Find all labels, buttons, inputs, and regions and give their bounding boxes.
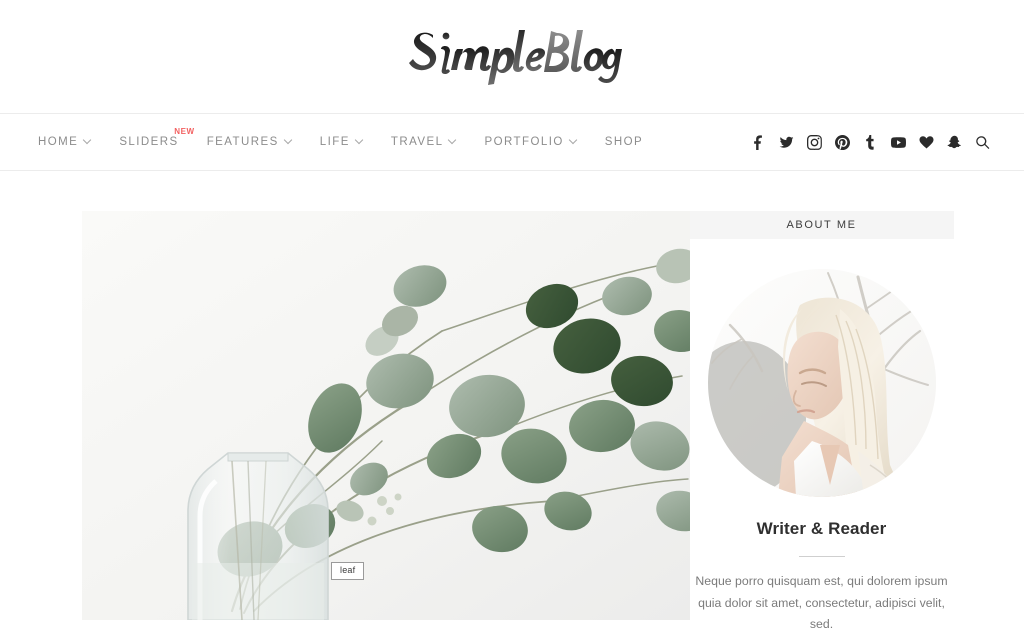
sidebar: ABOUT ME Writer & Reader Neque porro qui…	[689, 171, 954, 636]
nav-label: FEATURES	[206, 136, 279, 148]
nav-label: PORTFOLIO	[484, 136, 564, 148]
chevron-down-icon	[356, 137, 363, 144]
snapchat-icon[interactable]	[947, 135, 962, 150]
search-icon[interactable]	[975, 135, 990, 150]
about-me-widget-title: ABOUT ME	[689, 211, 954, 239]
new-badge: NEW	[174, 127, 195, 136]
main-navigation: HOME SLIDERS NEW FEATURES LIFE TRAVEL PO…	[0, 113, 1024, 171]
nav-item-features[interactable]: FEATURES	[207, 136, 292, 148]
nav-item-travel[interactable]: TRAVEL	[391, 136, 457, 148]
nav-item-shop[interactable]: SHOP	[605, 136, 643, 148]
nav-label: LIFE	[319, 136, 350, 148]
post-tag-leaf[interactable]: leaf	[331, 562, 365, 580]
twitter-icon[interactable]	[779, 135, 794, 150]
about-me-text: Neque porro quisquam est, qui dolorem ip…	[695, 574, 948, 632]
pinterest-icon[interactable]	[835, 134, 850, 150]
youtube-icon[interactable]	[891, 135, 906, 150]
about-me-name: Writer & Reader	[756, 519, 887, 538]
avatar	[707, 269, 936, 497]
chevron-down-icon	[449, 137, 456, 144]
featured-post-image[interactable]: leaf	[82, 211, 690, 620]
tumblr-icon[interactable]	[863, 134, 878, 150]
logo-wordmark-graphic	[409, 29, 622, 85]
chevron-down-icon	[84, 137, 91, 144]
social-links	[751, 134, 990, 150]
instagram-icon[interactable]	[807, 134, 822, 150]
nav-item-sliders[interactable]: SLIDERS NEW	[119, 127, 194, 148]
facebook-icon[interactable]	[751, 134, 766, 150]
chevron-down-icon	[570, 137, 577, 144]
nav-label: SLIDERS	[119, 136, 179, 148]
eucalyptus-photo	[82, 211, 690, 620]
site-logo[interactable]: SimpleBlog	[382, 16, 642, 98]
nav-item-life[interactable]: LIFE	[320, 136, 363, 148]
bloglovin-heart-icon[interactable]	[919, 135, 934, 150]
nav-label: SHOP	[604, 136, 644, 148]
main-column: leaf	[42, 171, 690, 636]
nav-label: TRAVEL	[390, 136, 444, 148]
nav-label: HOME	[38, 136, 79, 148]
chevron-down-icon	[285, 137, 292, 144]
site-header: SimpleBlog	[0, 0, 1024, 113]
page-content: leaf ABOUT ME Writer & Reader Neque porr…	[0, 171, 1024, 636]
nav-item-home[interactable]: HOME	[38, 136, 91, 148]
avatar-portrait-photo	[707, 269, 936, 497]
about-divider	[798, 556, 845, 557]
nav-menu: HOME SLIDERS NEW FEATURES LIFE TRAVEL PO…	[38, 127, 751, 148]
nav-item-portfolio[interactable]: PORTFOLIO	[484, 136, 576, 148]
